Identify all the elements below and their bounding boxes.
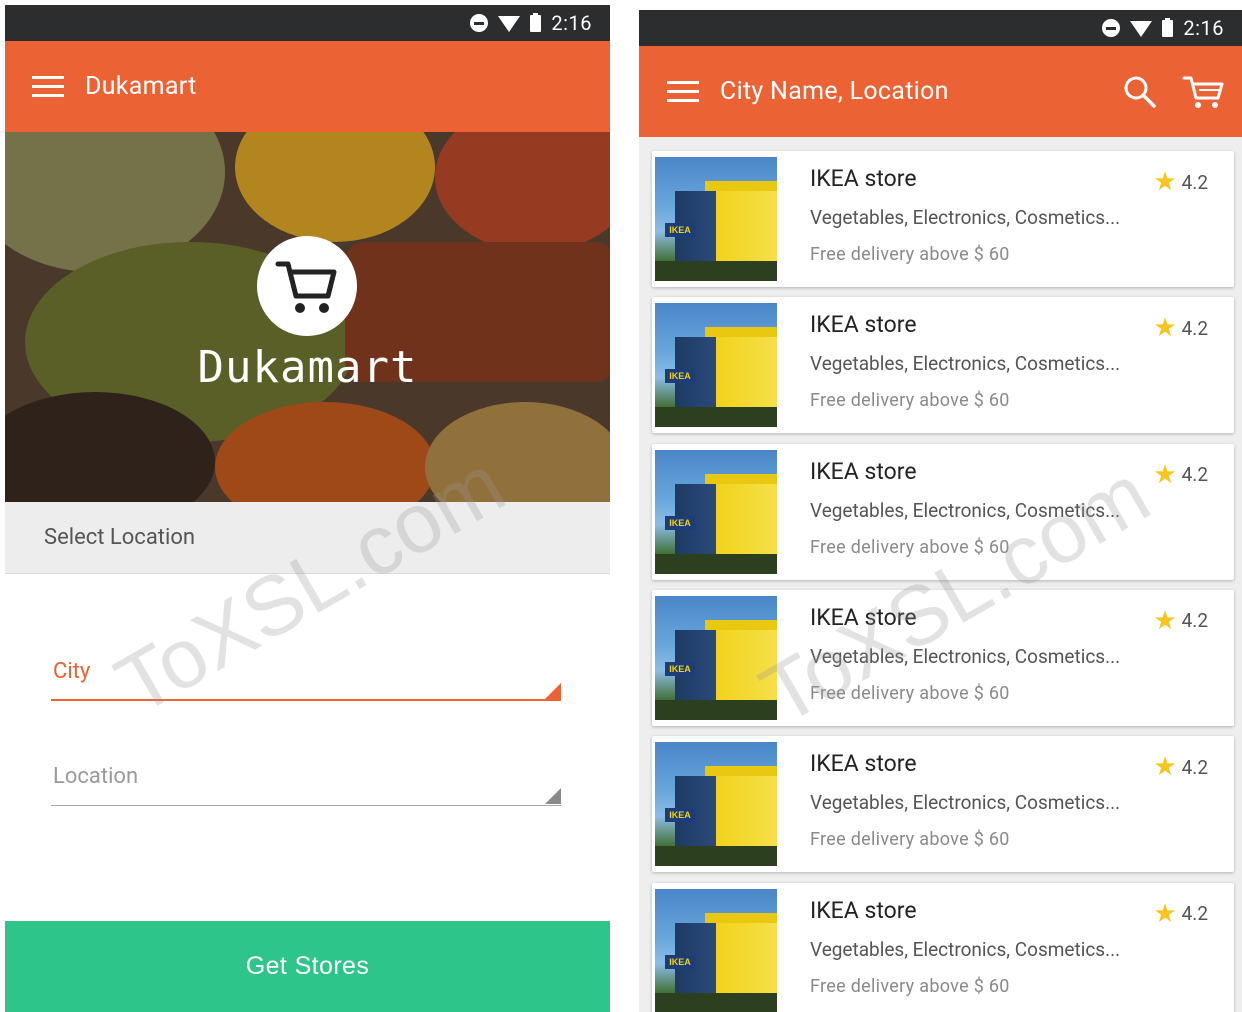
search-icon[interactable] <box>1122 74 1158 110</box>
app-title: Dukamart <box>85 72 197 101</box>
location-placeholder: Location <box>53 764 139 789</box>
battery-icon <box>1162 17 1174 37</box>
store-thumbnail: IKEA <box>655 157 777 281</box>
store-card[interactable]: IKEA IKEA store Vegetables, Electronics, C… <box>652 882 1234 1012</box>
store-delivery-info: Free delivery above $ 60 <box>810 829 1010 851</box>
store-card[interactable]: IKEA IKEA store Vegetables, Electronics, C… <box>652 589 1234 726</box>
store-card[interactable]: IKEA IKEA store Vegetables, Electronics, C… <box>652 736 1234 873</box>
store-delivery-info: Free delivery above $ 60 <box>810 244 1010 265</box>
store-card[interactable]: IKEA IKEA store Vegetables, Electronics, C… <box>652 443 1234 580</box>
status-time: 2:16 <box>551 11 592 35</box>
location-select-screen: 2:16 Dukamart Dukamart Select Location C… <box>5 5 610 1012</box>
wifi-icon <box>1130 21 1153 37</box>
store-name: IKEA store <box>810 603 917 631</box>
location-dropdown[interactable]: Location <box>51 756 561 806</box>
store-categories: Vegetables, Electronics, Cosmetics... <box>810 644 1121 668</box>
store-card[interactable]: IKEA IKEA store Vegetables, Electronics, C… <box>652 151 1234 287</box>
select-location-header: Select Location <box>5 502 610 574</box>
rating-value: 4.2 <box>1181 755 1208 779</box>
store-name: IKEA store <box>810 896 917 924</box>
rating-value: 4.2 <box>1181 902 1208 925</box>
store-name: IKEA store <box>810 457 917 485</box>
store-delivery-info: Free delivery above $ 60 <box>810 682 1010 704</box>
star-icon: ★ <box>1153 313 1177 344</box>
store-rating: ★ 4.2 <box>1153 462 1208 488</box>
get-stores-button[interactable]: Get Stores <box>5 921 610 1012</box>
store-rating: ★ 4.2 <box>1153 754 1208 780</box>
store-sign: IKEA <box>665 808 695 823</box>
store-ground <box>655 992 777 1012</box>
store-ground <box>655 553 777 574</box>
do-not-disturb-icon <box>1102 19 1121 37</box>
dropdown-arrow-icon <box>545 788 561 804</box>
status-bar: 2:16 <box>5 5 610 41</box>
do-not-disturb-icon <box>470 14 489 32</box>
store-thumbnail: IKEA <box>655 742 777 867</box>
store-rating: ★ 4.2 <box>1153 608 1208 634</box>
store-ground <box>655 407 777 428</box>
store-categories: Vegetables, Electronics, Cosmetics... <box>810 937 1121 961</box>
store-name: IKEA store <box>810 311 917 339</box>
store-sign: IKEA <box>665 369 695 384</box>
store-sign: IKEA <box>665 661 695 676</box>
hamburger-menu-icon[interactable] <box>32 75 64 98</box>
dropdown-arrow-icon <box>545 683 561 699</box>
star-icon: ★ <box>1153 898 1177 929</box>
store-categories: Vegetables, Electronics, Cosmetics... <box>810 498 1121 522</box>
rating-value: 4.2 <box>1181 609 1208 633</box>
city-underline <box>51 699 561 701</box>
store-categories: Vegetables, Electronics, Cosmetics... <box>810 352 1121 376</box>
shopping-cart-logo-icon <box>257 236 357 336</box>
rating-value: 4.2 <box>1181 463 1208 487</box>
logo-text: Dukamart <box>197 342 418 393</box>
store-card[interactable]: IKEA IKEA store Vegetables, Electronics, C… <box>652 297 1234 434</box>
hero-banner: Dukamart <box>5 132 610 502</box>
location-title[interactable]: City Name, Location <box>720 77 949 106</box>
store-thumbnail: IKEA <box>655 303 777 428</box>
store-delivery-info: Free delivery above $ 60 <box>810 536 1010 558</box>
star-icon: ★ <box>1153 752 1177 783</box>
store-thumbnail: IKEA <box>655 595 777 720</box>
store-sign: IKEA <box>665 223 695 237</box>
app-bar: Dukamart <box>5 41 610 132</box>
star-icon: ★ <box>1153 459 1177 490</box>
store-thumbnail: IKEA <box>655 888 777 1012</box>
store-ground <box>655 846 777 867</box>
battery-icon <box>530 12 542 32</box>
rating-value: 4.2 <box>1181 316 1208 340</box>
store-sign: IKEA <box>665 954 695 969</box>
store-rating: ★ 4.2 <box>1153 315 1208 341</box>
store-thumbnail: IKEA <box>655 449 777 574</box>
location-underline <box>51 805 561 806</box>
store-rating: ★ 4.2 <box>1153 901 1208 927</box>
rating-value: 4.2 <box>1181 170 1208 194</box>
shopping-cart-icon[interactable] <box>1182 74 1224 110</box>
star-icon: ★ <box>1153 167 1177 197</box>
wifi-icon <box>498 16 521 32</box>
hamburger-menu-icon[interactable] <box>667 80 699 103</box>
city-dropdown[interactable]: City <box>51 651 561 701</box>
store-list-screen: 2:16 City Name, Location IKEA IKEA store V… <box>639 10 1242 1012</box>
store-rating: ★ 4.2 <box>1153 169 1208 195</box>
status-bar: 2:16 <box>639 10 1242 46</box>
store-sign: IKEA <box>665 515 695 530</box>
status-time: 2:16 <box>1183 16 1224 40</box>
store-ground <box>655 699 777 720</box>
store-categories: Vegetables, Electronics, Cosmetics... <box>810 791 1121 815</box>
city-placeholder: City <box>53 659 91 684</box>
star-icon: ★ <box>1153 605 1177 636</box>
store-delivery-info: Free delivery above $ 60 <box>810 975 1010 997</box>
select-location-label: Select Location <box>44 525 196 550</box>
app-bar: City Name, Location <box>639 46 1242 137</box>
store-name: IKEA store <box>810 750 917 778</box>
store-categories: Vegetables, Electronics, Cosmetics... <box>810 206 1121 229</box>
store-ground <box>655 261 777 281</box>
store-delivery-info: Free delivery above $ 60 <box>810 390 1010 412</box>
store-name: IKEA store <box>810 165 917 192</box>
